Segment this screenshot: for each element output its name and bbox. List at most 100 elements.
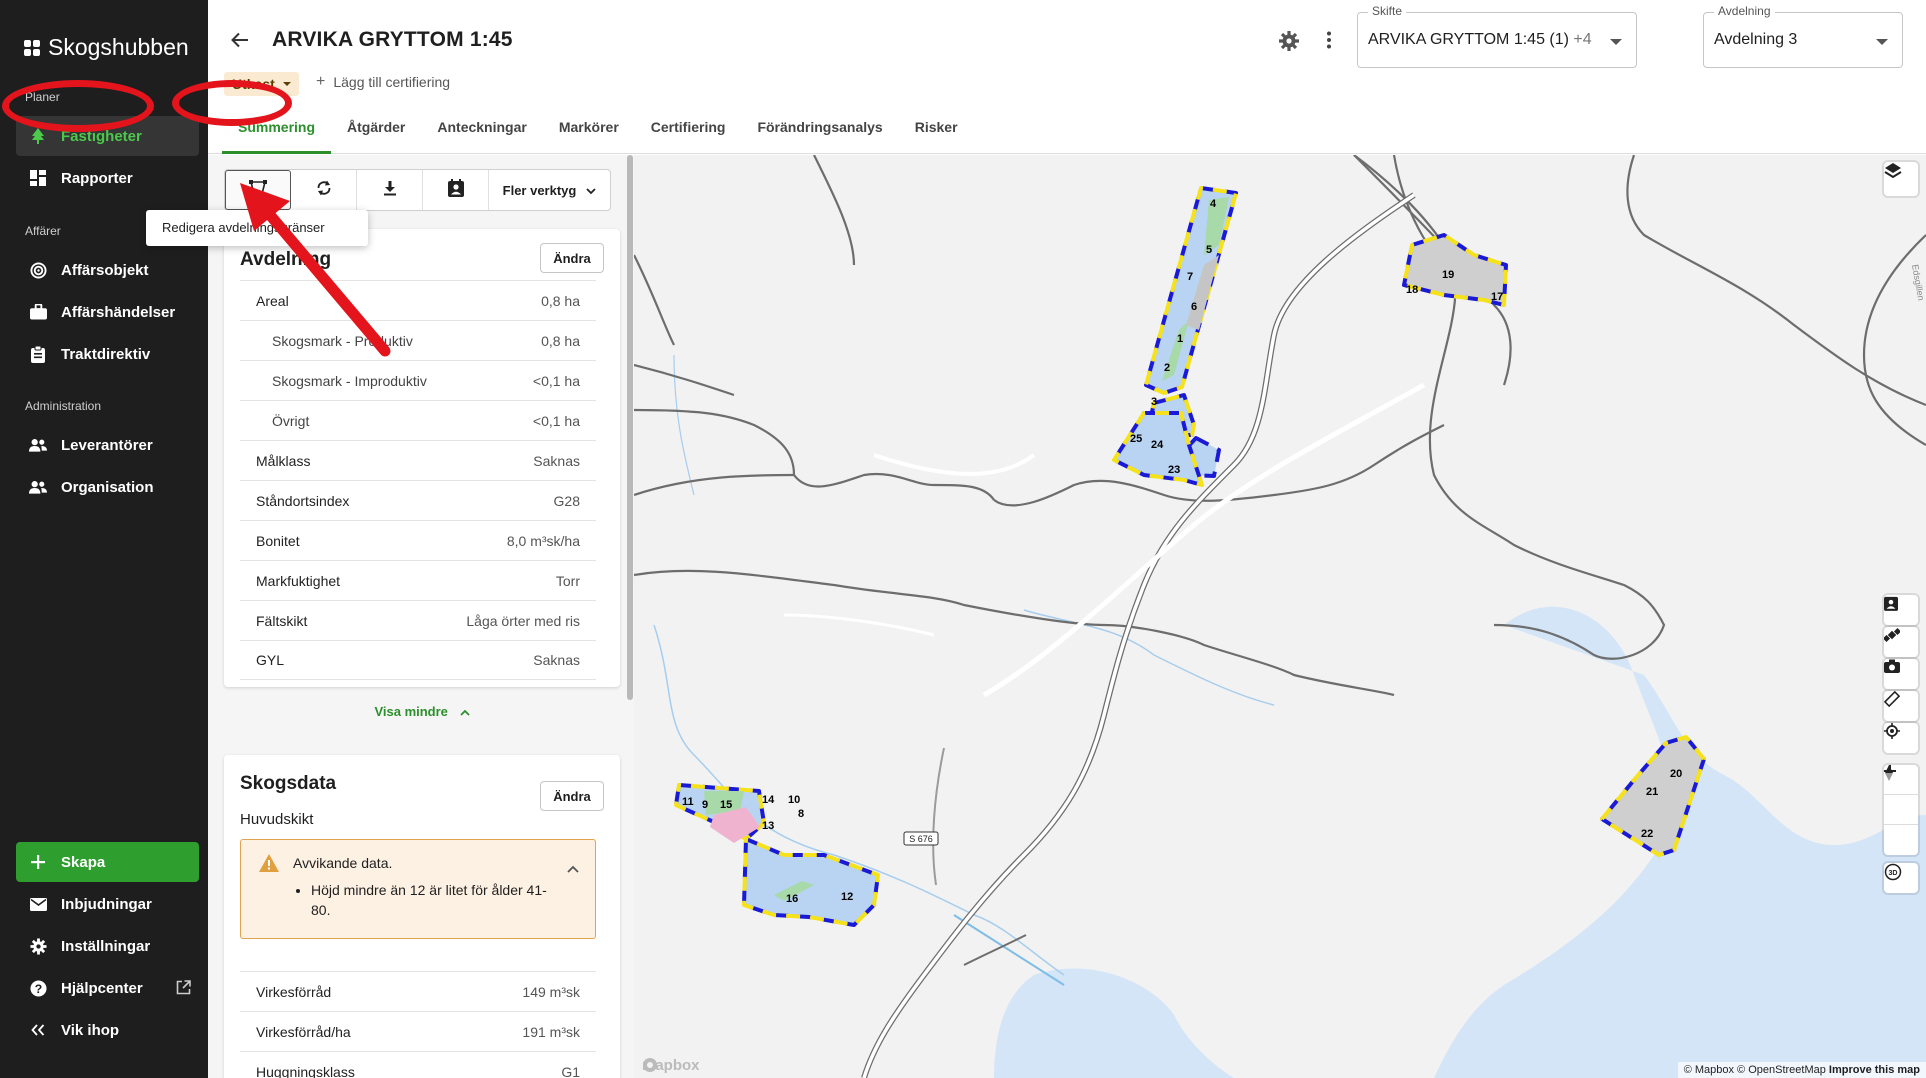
status-badge[interactable]: Utkast xyxy=(224,72,299,96)
row-value: <0,1 ha xyxy=(532,412,580,429)
add-certification-link[interactable]: + Lägg till certifiering xyxy=(316,73,450,91)
layers-button[interactable] xyxy=(1884,162,1918,196)
status-badge-label: Utkast xyxy=(232,76,275,92)
sidebar-item-label: Rapporter xyxy=(61,169,133,187)
help-icon: ? xyxy=(29,979,47,997)
create-button[interactable]: Skapa xyxy=(16,842,199,882)
plus-icon: + xyxy=(316,73,326,90)
measure-button[interactable] xyxy=(1884,691,1918,721)
table-row: Virkesförråd 149 m³sk xyxy=(240,971,596,1011)
sidebar-item-label: Leverantörer xyxy=(61,436,153,454)
sidebar-item-leverantorer[interactable]: Leverantörer xyxy=(16,425,199,465)
skifte-value-text: ARVIKA GRYTTOM 1:45 (1) xyxy=(1368,31,1569,48)
sidebar-item-fastigheter[interactable]: Fastigheter xyxy=(16,116,199,156)
gear-icon xyxy=(29,937,47,955)
sidebar-item-affarshandelser[interactable]: Affärshändelser xyxy=(16,292,199,332)
row-value: 191 m³sk xyxy=(522,1023,580,1040)
show-less-link[interactable]: Visa mindre xyxy=(224,704,620,719)
sidebar-item-installningar[interactable]: Inställningar xyxy=(16,926,199,966)
row-label: Virkesförråd xyxy=(256,983,332,1000)
tab-summering[interactable]: Summering xyxy=(222,112,332,154)
row-value: Saknas xyxy=(533,652,580,668)
improve-map-link[interactable]: Improve this map xyxy=(1829,1064,1920,1076)
avdelning-select[interactable]: Avdelning Avdelning 3 xyxy=(1703,4,1903,68)
tab-anteckningar[interactable]: Anteckningar xyxy=(421,112,542,154)
sidebar-item-label: Inbjudningar xyxy=(61,895,152,913)
zoom-out-button[interactable] xyxy=(1884,770,1918,825)
map-place-label: Edsgillen xyxy=(1910,264,1926,302)
sidebar-item-hjalpcenter[interactable]: ? Hjälpcenter xyxy=(16,968,199,1008)
mapbox-logo[interactable]: mapbox xyxy=(642,1057,700,1074)
add-certification-label: Lägg till certifiering xyxy=(333,74,451,90)
row-value: 0,8 ha xyxy=(541,292,580,309)
row-value: Torr xyxy=(555,572,580,589)
table-row: Övrigt <0,1 ha xyxy=(240,400,596,440)
back-arrow-icon[interactable] xyxy=(230,30,250,55)
parcel-label: 16 xyxy=(786,893,798,905)
3d-toggle-button[interactable]: 3D xyxy=(1884,863,1918,893)
parcel-label: 14 xyxy=(762,794,775,806)
caret-down-icon xyxy=(282,82,291,86)
compass-button[interactable] xyxy=(1884,765,1918,855)
sidebar-item-label: Fastigheter xyxy=(61,127,142,145)
collapse-sidebar-button[interactable]: Vik ihop xyxy=(16,1010,199,1050)
tab-risker[interactable]: Risker xyxy=(899,112,974,154)
chevron-up-icon[interactable] xyxy=(567,860,579,878)
table-row: Bonitet 8,0 m³sk/ha xyxy=(240,520,596,560)
camera-button[interactable] xyxy=(1884,659,1918,689)
tree-icon xyxy=(29,127,47,145)
attribution-text[interactable]: © Mapbox © OpenStreetMap xyxy=(1684,1064,1826,1076)
row-value: G28 xyxy=(553,492,580,509)
more-tools-dropdown[interactable]: Fler verktyg xyxy=(489,170,610,210)
table-row: Fältskikt Låga örter med ris xyxy=(240,600,596,640)
people-icon xyxy=(29,436,47,454)
tab-forandringsanalys[interactable]: Förändringsanalys xyxy=(741,112,898,154)
clipboard-icon xyxy=(29,345,47,363)
skogsdata-card: Skogsdata Ändra Huvudskikt Avvikande dat… xyxy=(224,755,620,1078)
zoom-controls xyxy=(1884,765,1918,855)
parcel-label: 9 xyxy=(702,799,708,811)
parcel-label: 12 xyxy=(841,891,853,903)
sidebar-item-organisation[interactable]: Organisation xyxy=(16,467,199,507)
parcel-label: 6 xyxy=(1191,301,1197,313)
panel-scrollbar[interactable] xyxy=(627,155,633,700)
sidebar-item-rapporter[interactable]: Rapporter xyxy=(16,158,199,198)
edit-skogsdata-button[interactable]: Ändra xyxy=(540,781,604,811)
contact-card-button[interactable] xyxy=(423,170,489,210)
parcel-label: 7 xyxy=(1187,271,1193,283)
skifte-select[interactable]: Skifte ARVIKA GRYTTOM 1:45 (1) +4 xyxy=(1357,4,1637,68)
briefcase-icon xyxy=(29,303,47,321)
huvudskikt-subtitle: Huvudskikt xyxy=(240,811,314,828)
parcel-label: 8 xyxy=(798,808,804,820)
avdelning-value: Avdelning 3 xyxy=(1714,31,1798,48)
tab-certifiering[interactable]: Certifiering xyxy=(635,112,742,154)
plus-icon xyxy=(29,853,47,871)
section-label-planer: Planer xyxy=(25,90,60,104)
sidebar-item-traktdirektiv[interactable]: Traktdirektiv xyxy=(16,334,199,374)
annotation-arrow xyxy=(240,183,391,357)
row-label: Målklass xyxy=(256,452,311,469)
skogsdata-card-title: Skogsdata xyxy=(240,773,337,794)
sidebar-item-affarsobjekt[interactable]: Affärsobjekt xyxy=(16,250,199,290)
row-label: Markfuktighet xyxy=(256,572,341,589)
tab-atgarder[interactable]: Åtgärder xyxy=(331,112,421,154)
sidebar-item-inbjudningar[interactable]: Inbjudningar xyxy=(16,884,199,924)
edit-avdelning-button[interactable]: Ändra xyxy=(540,243,604,273)
more-vert-icon[interactable] xyxy=(1326,31,1332,54)
table-row: Huggningsklass G1 xyxy=(240,1051,596,1078)
row-value: Låga örter med ris xyxy=(466,612,580,629)
satellite-button[interactable] xyxy=(1884,627,1918,657)
table-row: Virkesförråd/ha 191 m³sk xyxy=(240,1011,596,1051)
map-canvas: S 676 Edsgillen 4 5 7 6 1 2 3 25 24 23 1… xyxy=(634,155,1926,1078)
svg-text:3D: 3D xyxy=(1889,870,1898,877)
contact-card-map-button[interactable] xyxy=(1884,595,1918,625)
parcel-label: 3 xyxy=(1151,396,1157,408)
locate-button[interactable] xyxy=(1884,723,1918,753)
tab-markorer[interactable]: Markörer xyxy=(543,112,635,154)
settings-gear-icon[interactable] xyxy=(1278,30,1300,57)
brand-logo[interactable]: Skogshubben xyxy=(24,34,189,61)
lake xyxy=(1434,606,1926,1078)
map-view[interactable]: S 676 Edsgillen 4 5 7 6 1 2 3 25 24 23 1… xyxy=(634,155,1926,1078)
page-header: ARVIKA GRYTTOM 1:45 Utkast + Lägg till c… xyxy=(208,0,1926,154)
deviation-warning: Avvikande data. Höjd mindre än 12 är lit… xyxy=(240,839,596,939)
